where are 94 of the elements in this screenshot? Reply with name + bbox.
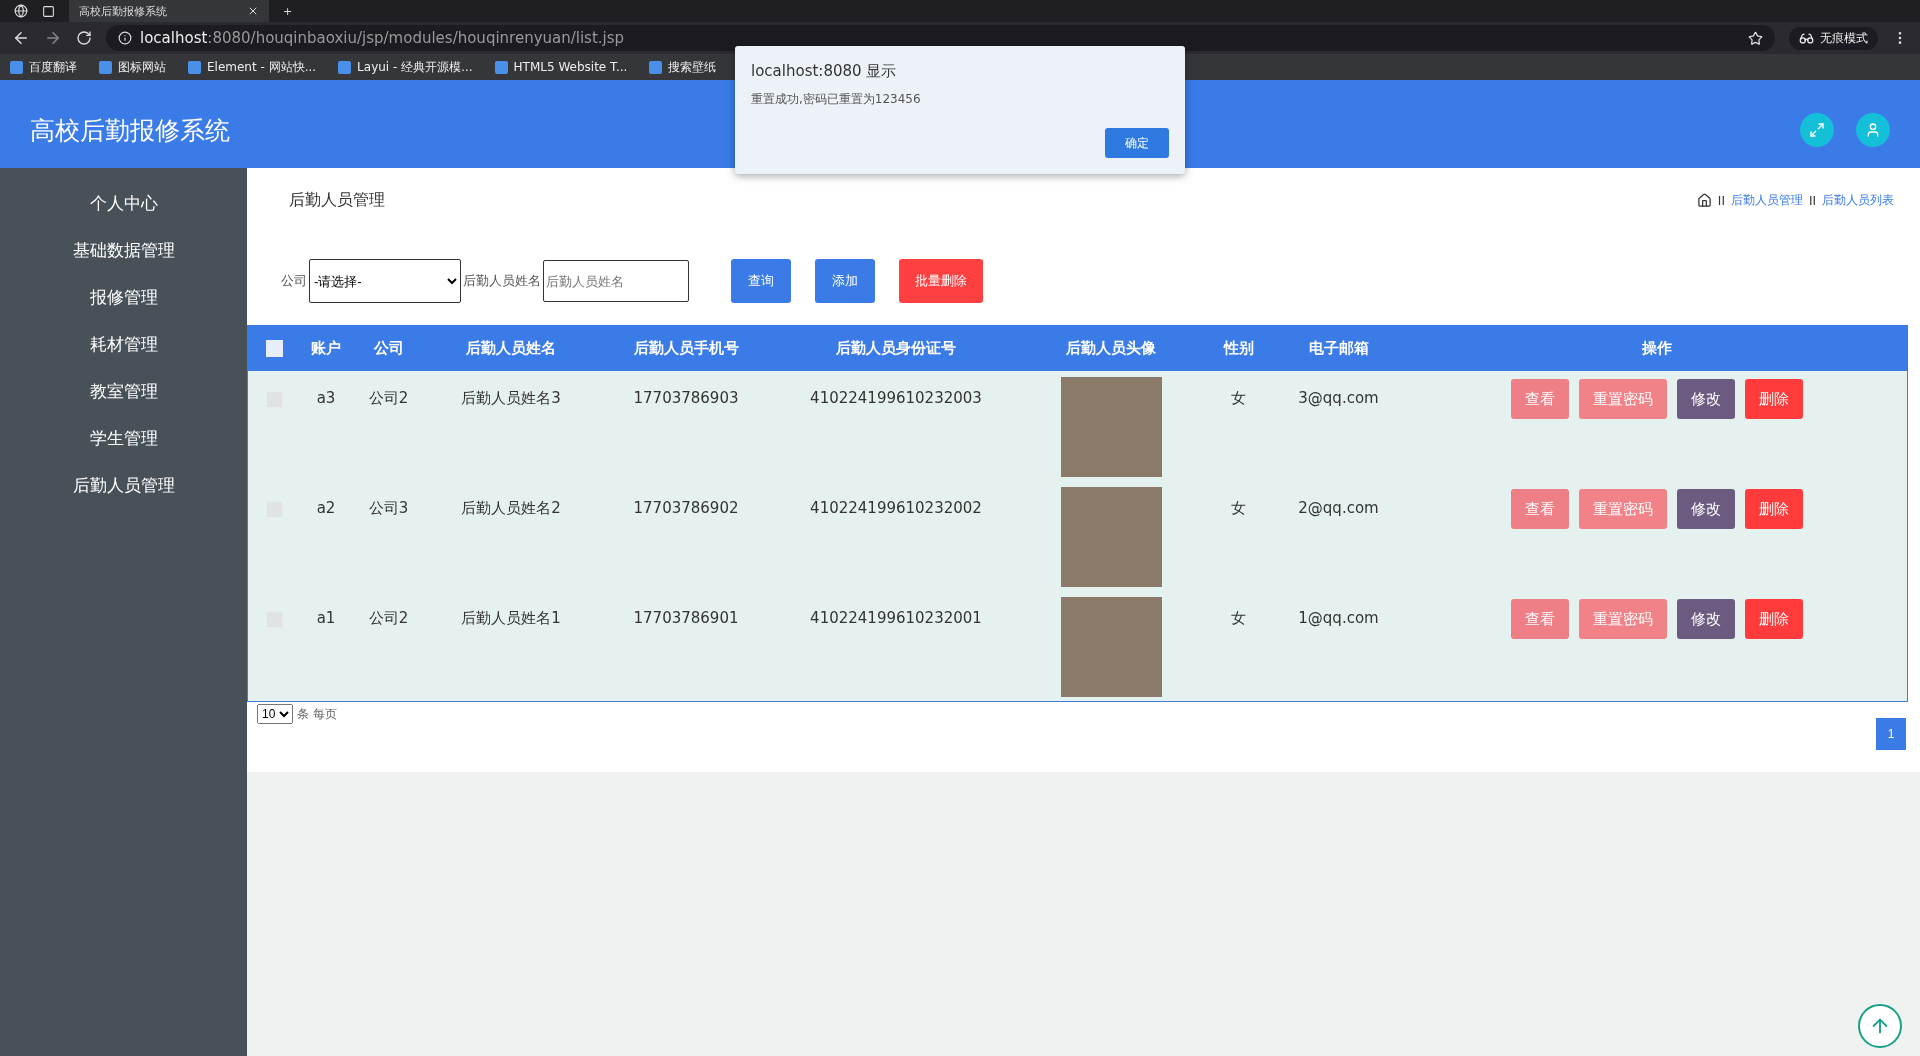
sidebar-item[interactable]: 个人中心 [89,192,158,215]
breadcrumb-separator: II [1717,193,1725,208]
table-cell-text: a1 [315,608,337,629]
column-header: 后勤人员身份证号 [835,339,957,358]
bookmark-star-icon[interactable] [1748,30,1763,46]
field-label: 公司 [281,272,307,290]
table-cell-text: 410224199610232003 [809,388,983,409]
browser-icon [14,4,28,18]
user-icon [1865,122,1881,138]
table-cell-text: 女 [1230,608,1247,629]
confirm-button[interactable]: 确定 [1105,128,1169,158]
search-bar-button[interactable]: 添加 [815,259,875,303]
table-cell-text: 17703786901 [632,608,740,629]
bookmark-icon [99,60,112,74]
browser-tab[interactable]: 高校后勤报修系统 [69,0,269,22]
breadcrumb-separator: II [1808,193,1816,208]
field-label: 后勤人员姓名 [463,272,541,290]
table-cell-text: 女 [1230,388,1247,409]
action-button[interactable]: 修改 [1676,599,1735,639]
bookmark-icon [649,60,663,74]
bookmark-item[interactable]: Layui - 经典开源模... [338,58,473,76]
action-button[interactable]: 删除 [1744,489,1803,529]
bookmark-icon [338,60,352,74]
column-header: 后勤人员头像 [1065,339,1157,358]
column-header: 后勤人员手机号 [632,339,740,358]
bookmark-icon [10,60,23,74]
close-icon[interactable] [247,5,259,17]
profile-button[interactable]: 无痕模式 [1789,26,1878,50]
search-bar-button[interactable]: 查询 [731,259,791,303]
page-button[interactable]: 1 [1876,718,1906,750]
table-cell-text: 公司2 [367,608,410,629]
table-cell-text: a2 [315,498,337,519]
info-icon [118,31,132,45]
table-cell-text: a3 [315,388,337,409]
bookmark-item[interactable]: 百度翻译 [10,58,77,76]
tab-title: 高校后勤报修系统 [79,3,167,19]
table-cell-text: 410224199610232002 [809,498,983,519]
fullscreen-button[interactable] [1800,113,1834,147]
sidebar-item[interactable]: 学生管理 [89,427,158,450]
breadcrumb-link[interactable]: 后勤人员列表 [1822,192,1894,209]
table-cell-text: 后勤人员姓名3 [460,388,562,409]
action-button[interactable]: 修改 [1676,379,1735,419]
sidebar-item[interactable]: 报修管理 [89,286,158,309]
table-cell-text: 410224199610232001 [809,608,983,629]
page-title: 后勤人员管理 [289,190,385,211]
company-select[interactable]: -请选择- [309,259,461,303]
column-header: 公司 [372,339,405,358]
forward-icon[interactable] [44,29,62,47]
sidebar-item[interactable]: 教室管理 [89,380,158,403]
table-cell-text: 后勤人员姓名1 [460,608,562,629]
bookmark-item[interactable]: 图标网站 [99,58,166,76]
window-icon [42,4,55,18]
page-size-select[interactable]: 10 [257,704,293,724]
action-button[interactable]: 删除 [1744,599,1803,639]
address-bar[interactable]: localhost:8080/houqinbaoxiu/jsp/modules/houqinrenyuan/list.jsp [106,25,1775,51]
table-cell-text: 后勤人员姓名2 [460,498,562,519]
bookmark-item[interactable]: Element - 网站快... [188,58,317,76]
name-input[interactable]: 后勤人员姓名 [543,260,689,302]
select-all-checkbox[interactable] [266,340,283,357]
dialog-message: 重置成功,密码已重置为123456 [751,91,922,108]
column-header: 性别 [1222,339,1255,358]
column-header: 电子邮箱 [1307,339,1370,358]
column-header: 后勤人员姓名 [465,339,557,358]
bookmark-item[interactable]: HTML5 Website T... [494,60,628,74]
action-button[interactable]: 删除 [1744,379,1803,419]
sidebar-item[interactable]: 耗材管理 [89,333,158,356]
home-icon[interactable] [1696,193,1712,208]
app-title: 高校后勤报修系统 [30,114,230,147]
fullscreen-icon [1809,122,1825,138]
table-cell-text: 公司2 [367,388,410,409]
dialog-title: localhost:8080 显示 [751,62,898,81]
reload-icon[interactable] [76,30,92,46]
breadcrumb-link[interactable]: 后勤人员管理 [1730,192,1803,209]
table-cell-text: 1@qq.com [1297,608,1380,629]
action-button[interactable]: 修改 [1676,489,1735,529]
table-cell-text: 17703786903 [632,388,740,409]
url-text: localhost:8080/houqinbaoxiu/jsp/modules/houqinrenyuan/list.jsp [140,29,625,47]
back-icon[interactable] [12,29,30,47]
column-header: 操作 [1640,339,1673,358]
page-size-label: 条 每页 [297,705,337,723]
bookmark-icon [188,60,201,74]
sidebar-item[interactable]: 基础数据管理 [72,239,175,262]
table-cell-text: 3@qq.com [1297,388,1380,409]
table-cell-text: 2@qq.com [1297,498,1380,519]
new-tab-button[interactable]: + [283,4,293,18]
bookmark-item[interactable]: 搜索壁纸 [649,58,717,76]
table-cell-text: 女 [1230,498,1247,519]
bookmark-icon [494,60,508,74]
scroll-top-button[interactable] [1858,1004,1902,1048]
user-button[interactable] [1856,113,1890,147]
column-header: 账户 [310,339,342,358]
table-cell-text: 公司3 [367,498,410,519]
table-cell-text: 17703786902 [632,498,740,519]
sidebar-item[interactable]: 后勤人员管理 [72,474,175,497]
